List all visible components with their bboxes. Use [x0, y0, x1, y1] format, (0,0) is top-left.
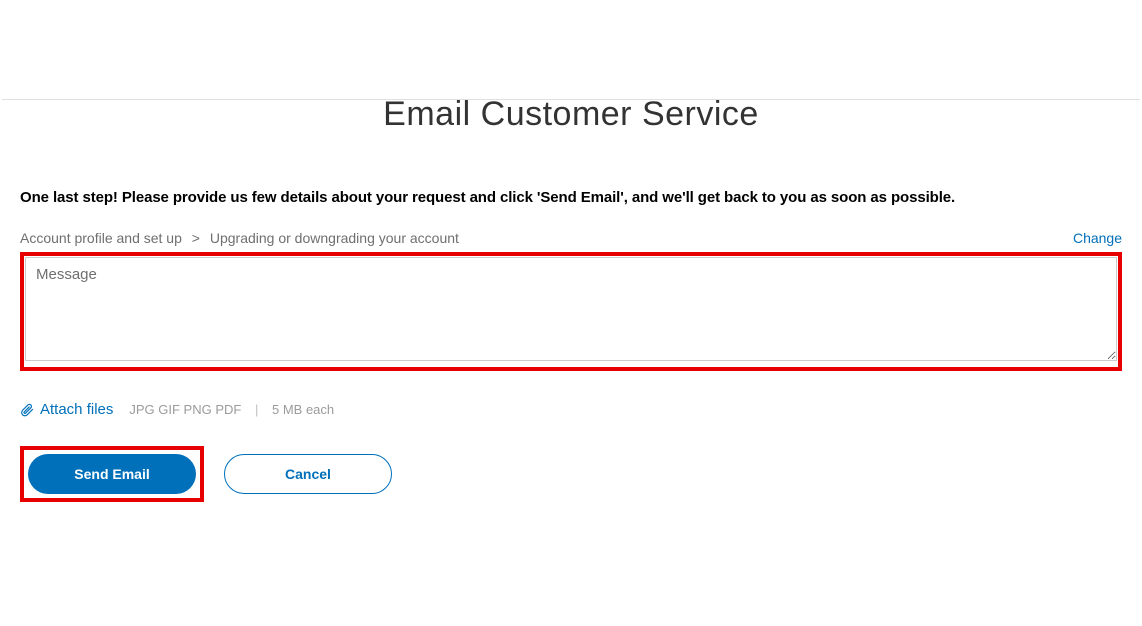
message-highlight [20, 252, 1122, 371]
change-link[interactable]: Change [1073, 230, 1122, 246]
breadcrumb-row: Account profile and set up > Upgrading o… [20, 230, 1122, 246]
paperclip-icon [20, 403, 34, 417]
top-divider [2, 99, 1140, 100]
breadcrumb-separator: > [192, 230, 200, 246]
attach-row: Attach files JPG GIF PNG PDF | 5 MB each [20, 401, 1122, 418]
button-row: Send Email Cancel [20, 446, 1122, 502]
send-highlight: Send Email [20, 446, 204, 502]
breadcrumb: Account profile and set up > Upgrading o… [20, 230, 459, 246]
cancel-button[interactable]: Cancel [224, 454, 392, 494]
attach-files-link[interactable]: Attach files [20, 401, 113, 418]
message-textarea[interactable] [25, 257, 1117, 361]
attach-limit: 5 MB each [272, 402, 334, 417]
breadcrumb-subcategory: Upgrading or downgrading your account [210, 230, 459, 246]
attach-hint: JPG GIF PNG PDF | 5 MB each [129, 402, 334, 417]
attach-formats: JPG GIF PNG PDF [129, 402, 241, 417]
page-title: Email Customer Service [20, 95, 1122, 134]
instruction-text: One last step! Please provide us few det… [20, 189, 1122, 206]
breadcrumb-category: Account profile and set up [20, 230, 182, 246]
send-email-button[interactable]: Send Email [28, 454, 196, 494]
attach-separator: | [255, 402, 258, 417]
attach-files-label: Attach files [40, 401, 113, 418]
